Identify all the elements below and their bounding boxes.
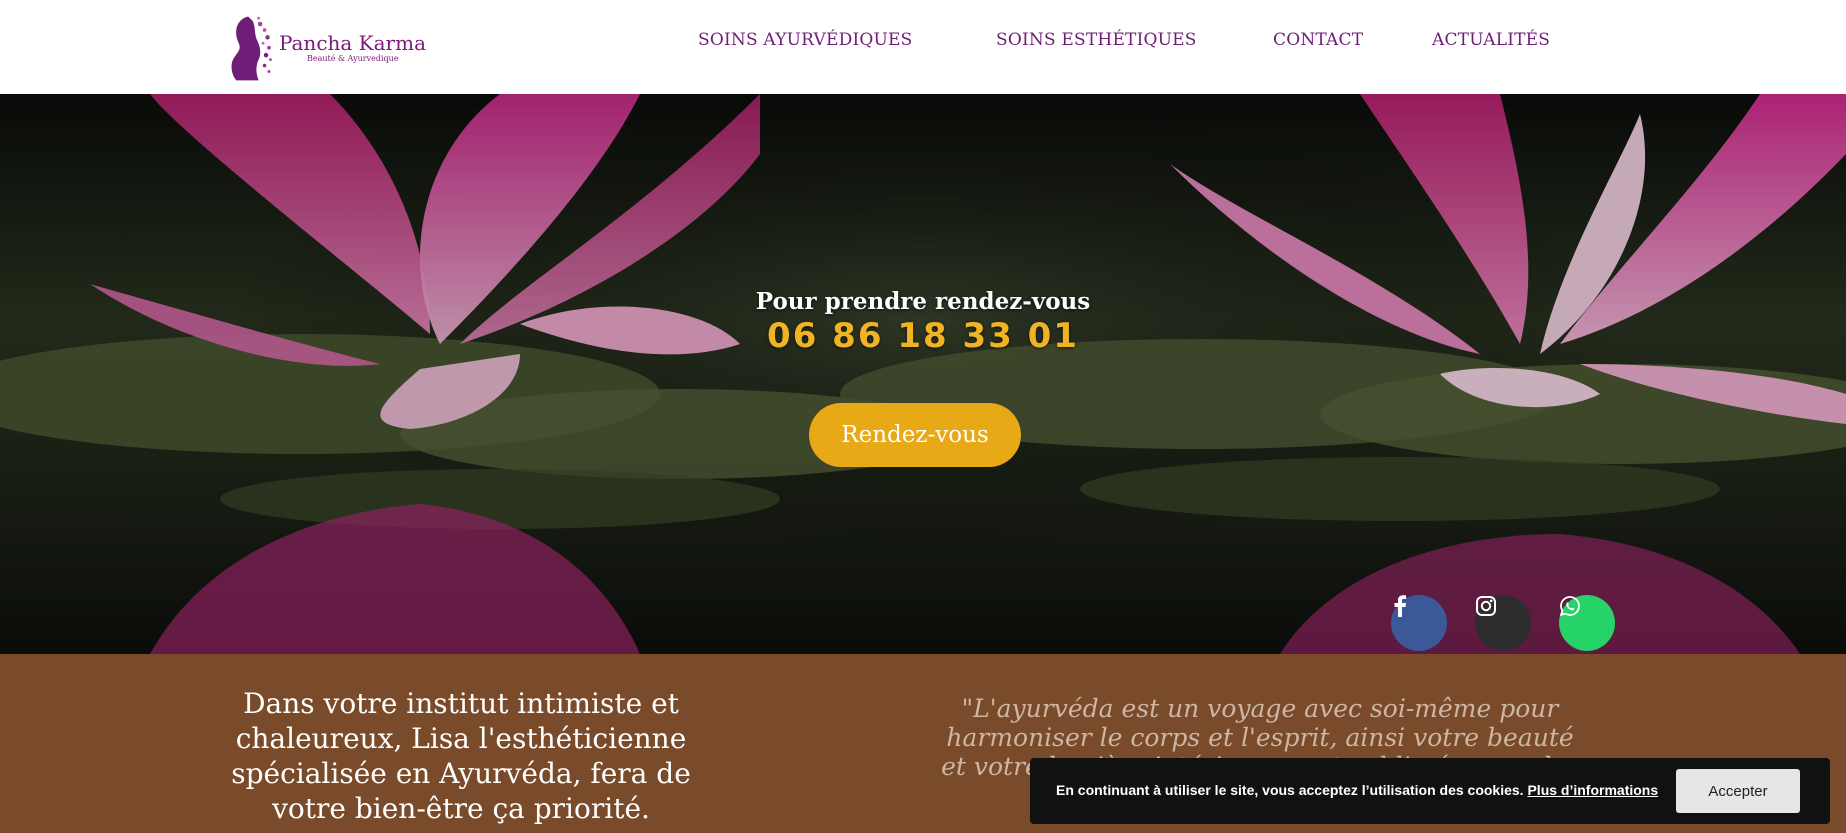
site-header: Pancha Karma Beauté & Ayurvedique SOINS … bbox=[0, 0, 1846, 94]
whatsapp-icon bbox=[1559, 596, 1580, 617]
institute-intro: Dans votre institut intimiste et chaleur… bbox=[231, 687, 691, 825]
nav-actualites[interactable]: ACTUALITÉS bbox=[1432, 30, 1550, 50]
instagram-button[interactable] bbox=[1475, 595, 1531, 651]
cookie-text: En continuant à utiliser le site, vous a… bbox=[1056, 782, 1524, 798]
site-logo[interactable]: Pancha Karma Beauté & Ayurvedique bbox=[226, 2, 426, 92]
whatsapp-button[interactable] bbox=[1559, 595, 1615, 651]
rendez-vous-button[interactable]: Rendez-vous bbox=[809, 403, 1021, 467]
cookie-more-info-link[interactable]: Plus d’informations bbox=[1527, 782, 1658, 798]
hero-banner: Pour prendre rendez-vous 06 86 18 33 01 … bbox=[0, 94, 1846, 654]
facebook-button[interactable] bbox=[1391, 595, 1447, 651]
lotus-background-image bbox=[0, 94, 1846, 654]
nav-contact[interactable]: CONTACT bbox=[1273, 30, 1363, 50]
cookie-accept-button[interactable]: Accepter bbox=[1676, 769, 1800, 813]
appointment-label: Pour prendre rendez-vous bbox=[755, 288, 1091, 315]
logo-name: Pancha Karma bbox=[278, 30, 426, 55]
cookie-banner: En continuant à utiliser le site, vous a… bbox=[1030, 758, 1830, 824]
cookie-message: En continuant à utiliser le site, vous a… bbox=[1056, 782, 1658, 798]
logo-woman-icon bbox=[231, 16, 272, 81]
facebook-icon bbox=[1394, 595, 1407, 617]
logo-subtitle: Beauté & Ayurvedique bbox=[306, 53, 399, 63]
nav-soins-esthetiques[interactable]: SOINS ESTHÉTIQUES bbox=[996, 30, 1197, 50]
appointment-phone[interactable]: 06 86 18 33 01 bbox=[0, 316, 1846, 356]
instagram-icon bbox=[1476, 596, 1496, 616]
nav-soins-ayurvediques[interactable]: SOINS AYURVÉDIQUES bbox=[698, 30, 913, 50]
